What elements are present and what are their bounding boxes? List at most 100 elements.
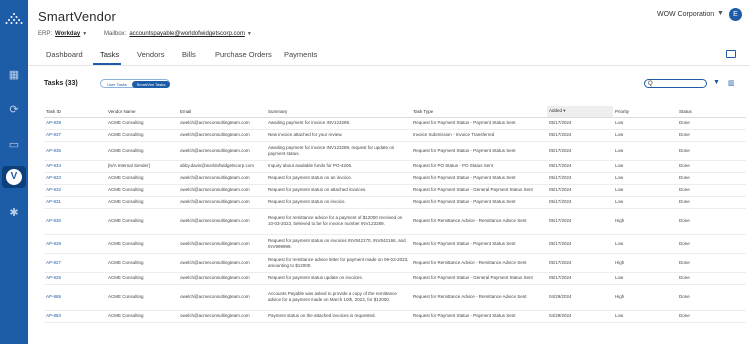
task-type-cell: Request for Payment Status - Payment Sta… <box>411 234 547 254</box>
table-row[interactable]: AP-883 ACME Consulting owelch@acmeconsulti… <box>44 310 746 323</box>
task-id-link[interactable]: AP-934 <box>44 160 106 173</box>
task-type-cell: Request for Payment Status - General Pay… <box>411 272 547 285</box>
search-input[interactable]: Q <box>644 79 707 88</box>
col-status[interactable]: Status <box>677 106 746 118</box>
task-id-link[interactable]: AP-933 <box>44 172 106 185</box>
table-row[interactable]: AP-930 ACME Consulting owelch@acmeconsulti… <box>44 208 746 235</box>
task-id-link[interactable]: AP-883 <box>44 310 106 323</box>
erp-selector[interactable]: ERP: Workday ▼ <box>38 31 87 37</box>
table-header-row: Task ID Vendor Name Email Summary Task T… <box>44 106 746 118</box>
task-id-link[interactable]: AP-885 <box>44 284 106 311</box>
task-id-link[interactable]: AP-927 <box>44 253 106 273</box>
tab-payments[interactable]: Payments <box>284 50 317 59</box>
summary-cell: Request for payment status update on inv… <box>266 272 411 285</box>
table-row[interactable]: AP-937 ACME Consulting owelch@acmeconsulti… <box>44 129 746 142</box>
added-date-cell: 05/17/2024 <box>547 208 613 235</box>
task-type-cell: Request for Payment Status - General Pay… <box>411 184 547 197</box>
chevron-down-icon[interactable]: ▼ <box>247 31 252 37</box>
email-cell: owelch@acmeconsultingteam.com <box>178 129 266 142</box>
col-added[interactable]: Added ▾ <box>547 106 613 118</box>
task-id-link[interactable]: AP-925 <box>44 272 106 285</box>
org-selector[interactable]: WOW Corporation <box>657 11 714 18</box>
task-type-cell: Request for PO Status - PO Status Sent <box>411 160 547 173</box>
priority-cell: Low <box>613 129 677 142</box>
chevron-down-icon[interactable]: ▼ <box>82 31 87 37</box>
task-scope-toggle[interactable]: User Tasks SmartVen Tasks <box>100 79 170 88</box>
columns-icon[interactable]: ▥ <box>728 79 735 87</box>
table-row[interactable]: AP-934 [N/A Internal Sender] abby.davis@wo… <box>44 160 746 173</box>
table-row[interactable]: AP-933 ACME Consulting owelch@acmeconsulti… <box>44 172 746 185</box>
mailbox-label: Mailbox: <box>104 31 127 37</box>
status-cell: Done <box>677 117 746 130</box>
tab-dashboard[interactable]: Dashboard <box>46 50 83 59</box>
summary-cell: Request for payment status on an invoice… <box>266 172 411 185</box>
erp-value[interactable]: Workday <box>55 31 80 37</box>
table-row[interactable]: AP-939 ACME Consulting owelch@acmeconsulti… <box>44 117 746 130</box>
table-row[interactable]: AP-928 ACME Consulting owelch@acmeconsulti… <box>44 234 746 254</box>
task-type-cell: Request for Payment Status - Payment Sta… <box>411 117 547 130</box>
task-type-cell: Request for Payment Status - Payment Sta… <box>411 141 547 161</box>
added-date-cell: 05/17/2024 <box>547 172 613 185</box>
col-summary[interactable]: Summary <box>266 106 411 118</box>
grid-icon[interactable]: ▦ <box>7 68 21 82</box>
priority-cell: High <box>613 253 677 273</box>
priority-cell: Low <box>613 160 677 173</box>
table-row[interactable]: AP-925 ACME Consulting owelch@acmeconsulti… <box>44 272 746 285</box>
tab-tasks[interactable]: Tasks <box>100 50 119 59</box>
email-cell: owelch@acmeconsultingteam.com <box>178 208 266 235</box>
avatar[interactable]: E <box>729 8 742 21</box>
toggle-smartven-tasks[interactable]: SmartVen Tasks <box>132 81 170 88</box>
side-nav-rail: ▦ ⟳ ▭ V ✱ <box>0 0 28 344</box>
col-priority[interactable]: Priority <box>613 106 677 118</box>
col-email[interactable]: Email <box>178 106 266 118</box>
priority-cell: High <box>613 284 677 311</box>
task-id-link[interactable]: AP-931 <box>44 196 106 209</box>
task-type-cell: Request for Remittance Advice - Remittan… <box>411 208 547 235</box>
erp-label: ERP: <box>38 31 53 37</box>
toggle-user-tasks[interactable]: User Tasks <box>102 81 132 88</box>
gear-icon[interactable]: ✱ <box>7 206 21 220</box>
task-type-cell: Request for Remittance Advice - Remittan… <box>411 253 547 273</box>
col-vendor-name[interactable]: Vendor Name <box>106 106 178 118</box>
col-task-type[interactable]: Task Type <box>411 106 547 118</box>
refresh-dollar-icon[interactable]: ⟳ <box>7 103 21 117</box>
added-date-cell: 05/17/2024 <box>547 234 613 254</box>
task-id-link[interactable]: AP-930 <box>44 208 106 235</box>
tab-bills[interactable]: Bills <box>182 50 196 59</box>
task-id-link[interactable]: AP-937 <box>44 129 106 142</box>
table-row[interactable]: AP-935 ACME Consulting owelch@acmeconsulti… <box>44 141 746 161</box>
status-cell: Done <box>677 284 746 311</box>
priority-cell: Low <box>613 117 677 130</box>
table-row[interactable]: AP-885 ACME Consulting owelch@acmeconsulti… <box>44 284 746 311</box>
added-date-cell: 04/29/2024 <box>547 310 613 323</box>
tab-vendors[interactable]: Vendors <box>137 50 165 59</box>
status-cell: Done <box>677 141 746 161</box>
document-icon[interactable]: ▭ <box>7 138 21 152</box>
mail-icon[interactable] <box>726 50 736 58</box>
table-row[interactable]: AP-932 ACME Consulting owelch@acmeconsulti… <box>44 184 746 197</box>
tab-purchase-orders[interactable]: Purchase Orders <box>215 50 272 59</box>
vendor-name-cell: ACME Consulting <box>106 141 178 161</box>
email-cell: owelch@acmeconsultingteam.com <box>178 284 266 311</box>
task-id-link[interactable]: AP-935 <box>44 141 106 161</box>
priority-cell: High <box>613 208 677 235</box>
task-id-link[interactable]: AP-928 <box>44 234 106 254</box>
table-row[interactable]: AP-931 ACME Consulting owelch@acmeconsulti… <box>44 196 746 209</box>
table-row[interactable]: AP-927 ACME Consulting owelch@acmeconsulti… <box>44 253 746 273</box>
task-id-link[interactable]: AP-939 <box>44 117 106 130</box>
priority-cell: Low <box>613 141 677 161</box>
status-cell: Done <box>677 208 746 235</box>
task-id-link[interactable]: AP-932 <box>44 184 106 197</box>
mailbox-value[interactable]: accountspayable@worldofwidgetscorp.com <box>129 31 244 37</box>
added-date-cell: 05/17/2024 <box>547 196 613 209</box>
chevron-down-icon[interactable]: ▼ <box>717 10 724 17</box>
filter-icon[interactable]: ▼ <box>713 79 720 86</box>
mailbox-selector[interactable]: Mailbox: accountspayable@worldofwidgetsco… <box>104 31 252 37</box>
email-cell: owelch@acmeconsultingteam.com <box>178 184 266 197</box>
priority-cell: Low <box>613 234 677 254</box>
smartvendor-icon[interactable]: V <box>6 169 22 185</box>
col-task-id[interactable]: Task ID <box>44 106 106 118</box>
vendor-name-cell: [N/A Internal Sender] <box>106 160 178 173</box>
email-cell: owelch@acmeconsultingteam.com <box>178 172 266 185</box>
vendor-name-cell: ACME Consulting <box>106 234 178 254</box>
